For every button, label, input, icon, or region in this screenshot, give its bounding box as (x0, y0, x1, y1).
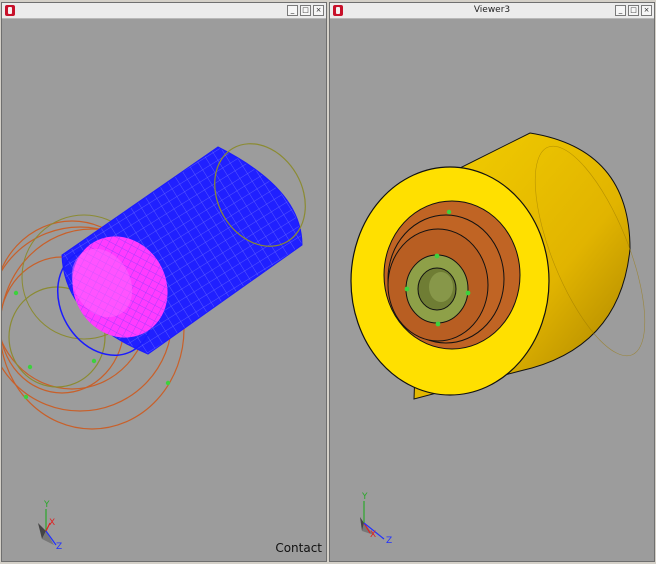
app-icon[interactable] (5, 5, 15, 16)
maximize-button[interactable]: □ (300, 5, 311, 16)
axis-triad-icon: Y X Z (38, 500, 62, 552)
3d-viewport-right[interactable]: Y X Z (330, 19, 654, 561)
viewer-window-right: Viewer3 _ □ × Y X Z (329, 2, 655, 562)
title-bar[interactable]: _ □ × (2, 3, 326, 19)
axis-triad-icon: Y X Z (360, 492, 392, 546)
minimize-button[interactable]: _ (287, 5, 298, 16)
axis-y-label: Y (361, 492, 368, 502)
3d-viewport-left[interactable]: Y X Z Contact (2, 19, 326, 561)
axis-y-label: Y (43, 500, 50, 510)
wireframe-scene[interactable]: Y X Z (2, 19, 326, 561)
close-button[interactable]: × (313, 5, 324, 16)
axis-z-label: Z (56, 542, 62, 552)
title-bar[interactable]: Viewer3 _ □ × (330, 3, 654, 19)
axis-x-label: X (49, 518, 55, 528)
axis-x-label: X (370, 530, 376, 540)
solid-scene[interactable]: Y X Z (330, 19, 654, 561)
minimize-button[interactable]: _ (615, 5, 626, 16)
blue-wireframe-cylinder[interactable] (39, 127, 323, 372)
axis-z-label: Z (386, 536, 392, 546)
viewer-window-left: _ □ × Y X Z Contact (1, 2, 327, 562)
green-core-cylinder[interactable] (405, 254, 469, 324)
maximize-button[interactable]: □ (628, 5, 639, 16)
window-title: Viewer3 (473, 5, 511, 15)
contact-label: Contact (275, 541, 322, 555)
close-button[interactable]: × (641, 5, 652, 16)
